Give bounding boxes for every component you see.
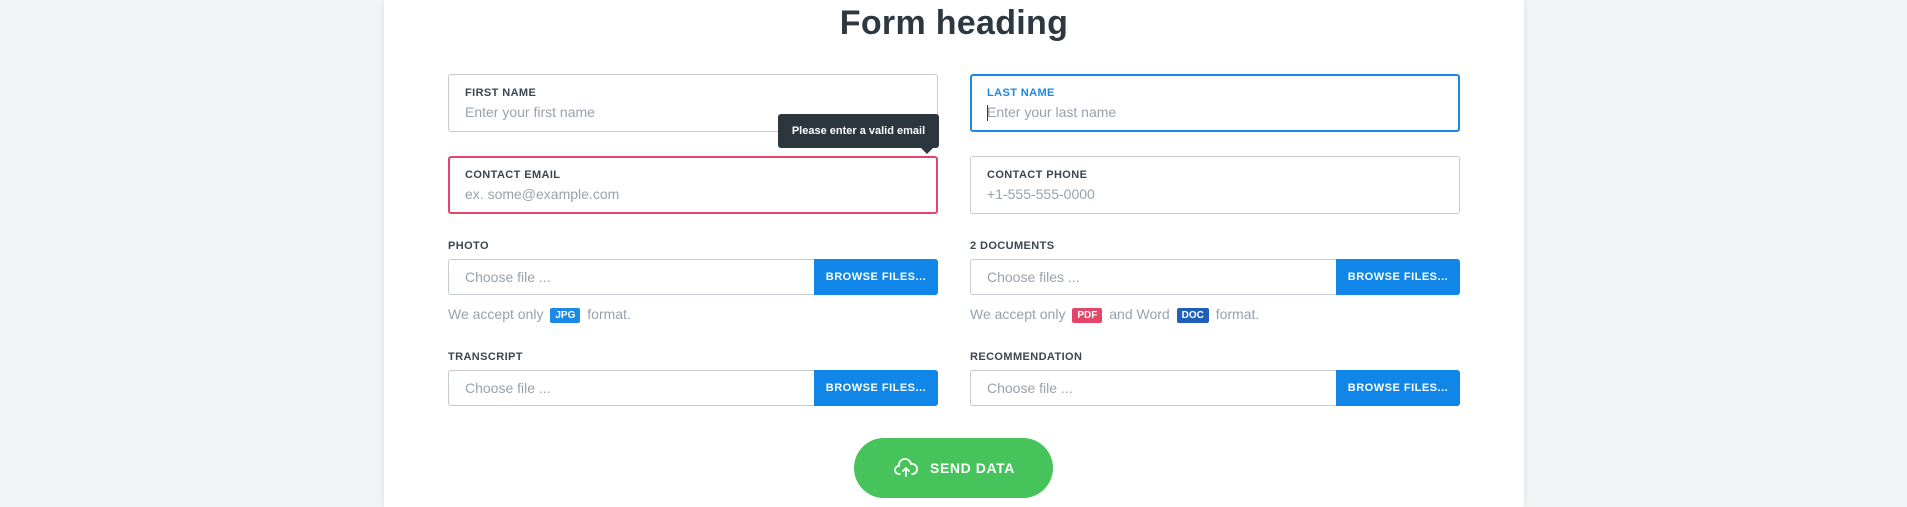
recommendation-upload: Choose file ... BROWSE FILES... <box>970 370 1460 406</box>
transcript-file-input[interactable]: Choose file ... <box>448 370 814 406</box>
documents-label: 2 DOCUMENTS <box>970 240 1055 252</box>
send-data-button[interactable]: SEND DATA <box>854 438 1053 498</box>
jpg-badge: JPG <box>550 308 581 323</box>
photo-label: PHOTO <box>448 240 489 252</box>
recommendation-file-input[interactable]: Choose file ... <box>970 370 1336 406</box>
tooltip-arrow <box>921 148 933 154</box>
contact-email-field[interactable]: CONTACT EMAIL <box>448 156 938 214</box>
photo-file-input[interactable]: Choose file ... <box>448 259 814 295</box>
transcript-browse-button[interactable]: BROWSE FILES... <box>814 370 938 406</box>
doc-badge: DOC <box>1176 308 1209 323</box>
documents-hint-prefix: We accept only <box>970 306 1066 322</box>
first-name-label: FIRST NAME <box>465 87 537 99</box>
contact-email-label: CONTACT EMAIL <box>465 169 561 181</box>
form-card: Form heading FIRST NAME LAST NAME CONTAC… <box>384 0 1524 507</box>
pdf-badge: PDF <box>1072 308 1103 323</box>
photo-upload: Choose file ... BROWSE FILES... <box>448 259 938 295</box>
documents-file-input[interactable]: Choose files ... <box>970 259 1336 295</box>
page-title: Form heading <box>839 4 1069 42</box>
photo-hint-suffix: format. <box>587 306 631 322</box>
photo-browse-button[interactable]: BROWSE FILES... <box>814 259 938 295</box>
send-data-label: SEND DATA <box>930 460 1015 476</box>
photo-hint: We accept only JPG format. <box>448 306 631 323</box>
contact-phone-input[interactable] <box>987 186 1427 202</box>
recommendation-browse-button[interactable]: BROWSE FILES... <box>1336 370 1460 406</box>
documents-hint-suffix: format. <box>1215 306 1260 322</box>
cloud-upload-icon <box>894 458 918 477</box>
contact-email-input[interactable] <box>465 186 905 202</box>
documents-browse-button[interactable]: BROWSE FILES... <box>1336 259 1460 295</box>
email-error-tooltip: Please enter a valid email <box>778 114 939 154</box>
tooltip-text: Please enter a valid email <box>791 125 926 137</box>
contact-phone-label: CONTACT PHONE <box>987 169 1088 181</box>
documents-upload: Choose files ... BROWSE FILES... <box>970 259 1460 295</box>
contact-phone-field[interactable]: CONTACT PHONE <box>970 156 1460 214</box>
transcript-upload: Choose file ... BROWSE FILES... <box>448 370 938 406</box>
photo-hint-prefix: We accept only <box>448 306 544 322</box>
last-name-label: LAST NAME <box>987 87 1055 99</box>
recommendation-label: RECOMMENDATION <box>970 351 1083 363</box>
documents-hint: We accept only PDF and Word DOC format. <box>970 306 1259 323</box>
last-name-field[interactable]: LAST NAME <box>970 74 1460 132</box>
transcript-label: TRANSCRIPT <box>448 351 523 363</box>
last-name-input[interactable] <box>987 104 1427 120</box>
documents-hint-middle: and Word <box>1109 306 1170 322</box>
